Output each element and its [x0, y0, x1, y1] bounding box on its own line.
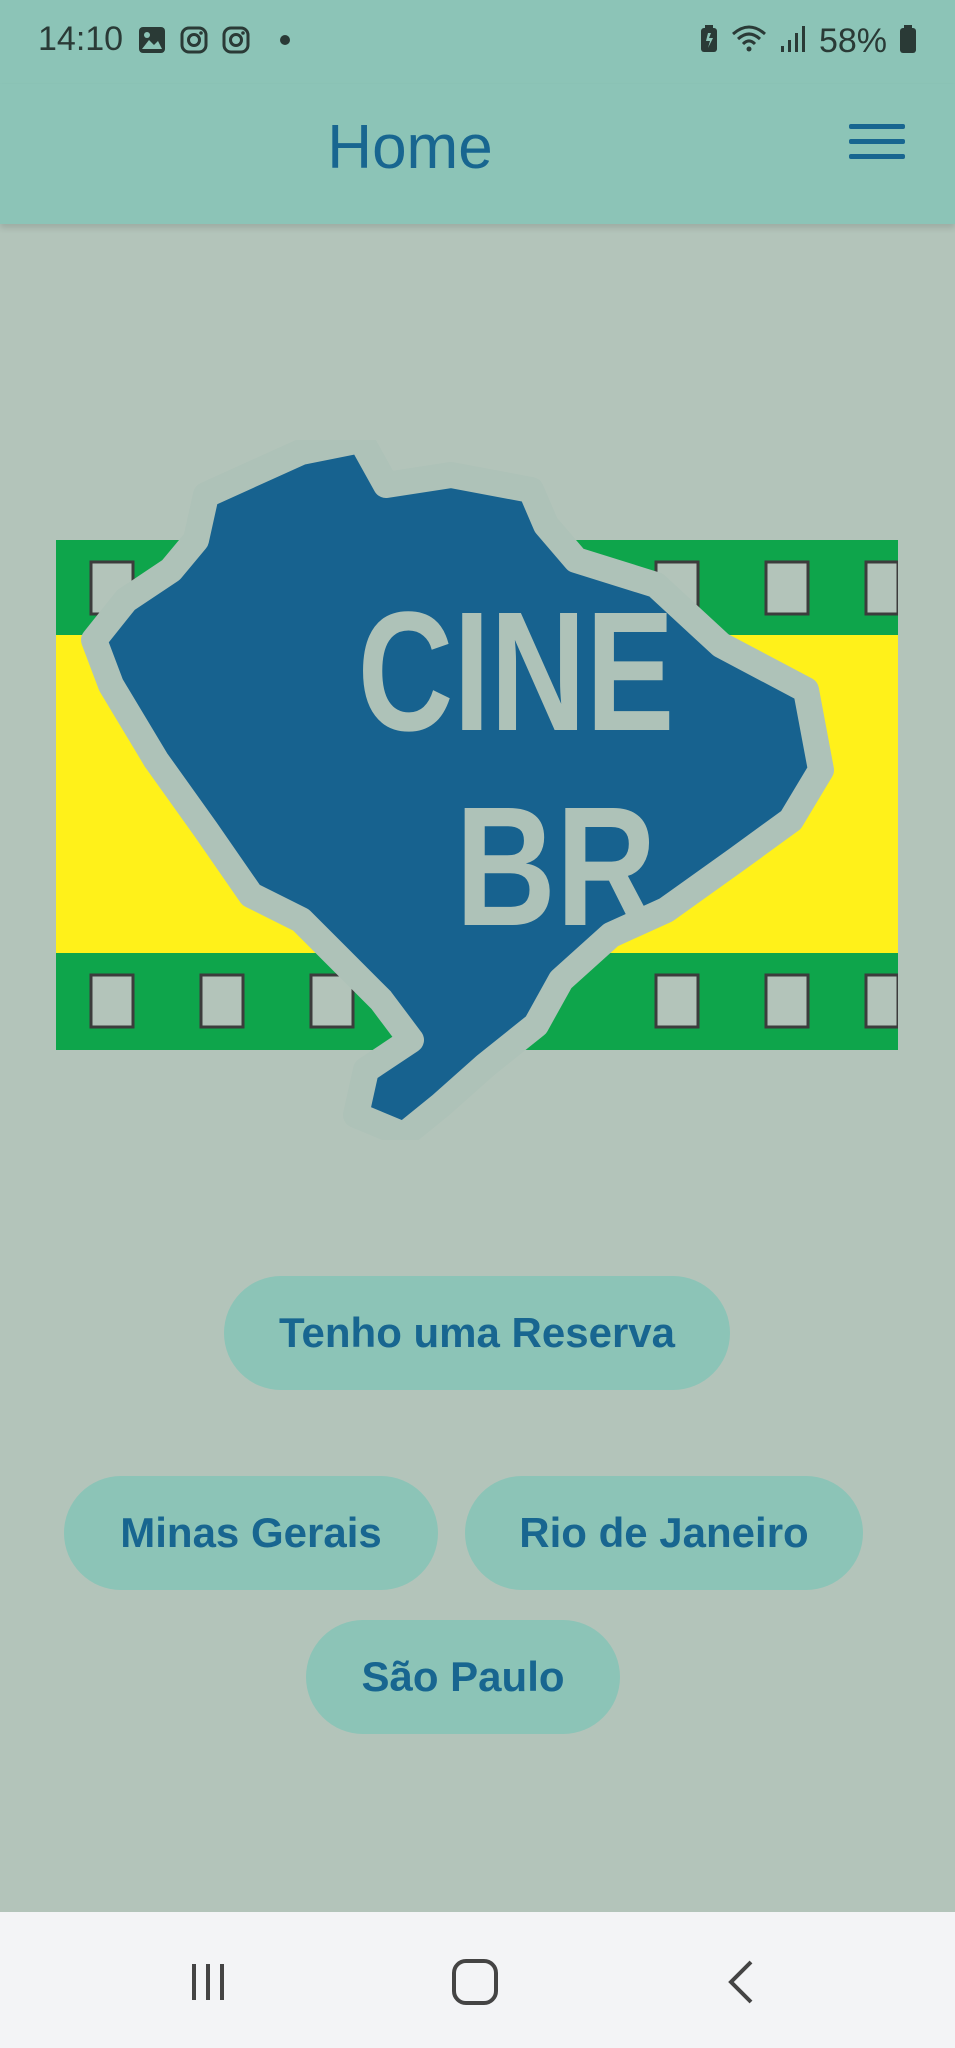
- signal-icon: [779, 24, 807, 59]
- home-icon[interactable]: [445, 1952, 505, 2012]
- rio-de-janeiro-button[interactable]: Rio de Janeiro: [465, 1476, 863, 1590]
- battery-saver-icon: [699, 24, 719, 59]
- logo-text-br: BR: [455, 771, 656, 961]
- battery-icon: [899, 24, 917, 59]
- more-notifications-dot: [280, 35, 290, 45]
- battery-percentage: 58%: [818, 22, 887, 60]
- system-navigation-bar: [0, 1912, 955, 2048]
- gallery-icon: [136, 24, 168, 56]
- wifi-icon: [731, 24, 767, 59]
- logo-text-cine: CINE: [358, 577, 675, 767]
- recents-icon[interactable]: [178, 1952, 238, 2012]
- status-system-icons: 58%: [699, 22, 917, 61]
- app-bar: Home: [0, 84, 955, 224]
- page-title: Home: [327, 113, 493, 182]
- reservation-button[interactable]: Tenho uma Reserva: [224, 1276, 730, 1390]
- status-notification-icons: [136, 24, 290, 56]
- instagram-icon: [178, 24, 210, 56]
- status-time: 14:10: [38, 20, 124, 58]
- sao-paulo-button[interactable]: São Paulo: [306, 1620, 620, 1734]
- hamburger-menu-icon[interactable]: [849, 124, 905, 172]
- minas-gerais-button[interactable]: Minas Gerais: [64, 1476, 438, 1590]
- cinebr-logo: CINE BR: [56, 440, 898, 1140]
- status-bar: 14:10 58%: [0, 0, 955, 84]
- instagram-icon: [220, 24, 252, 56]
- back-icon[interactable]: [713, 1952, 773, 2012]
